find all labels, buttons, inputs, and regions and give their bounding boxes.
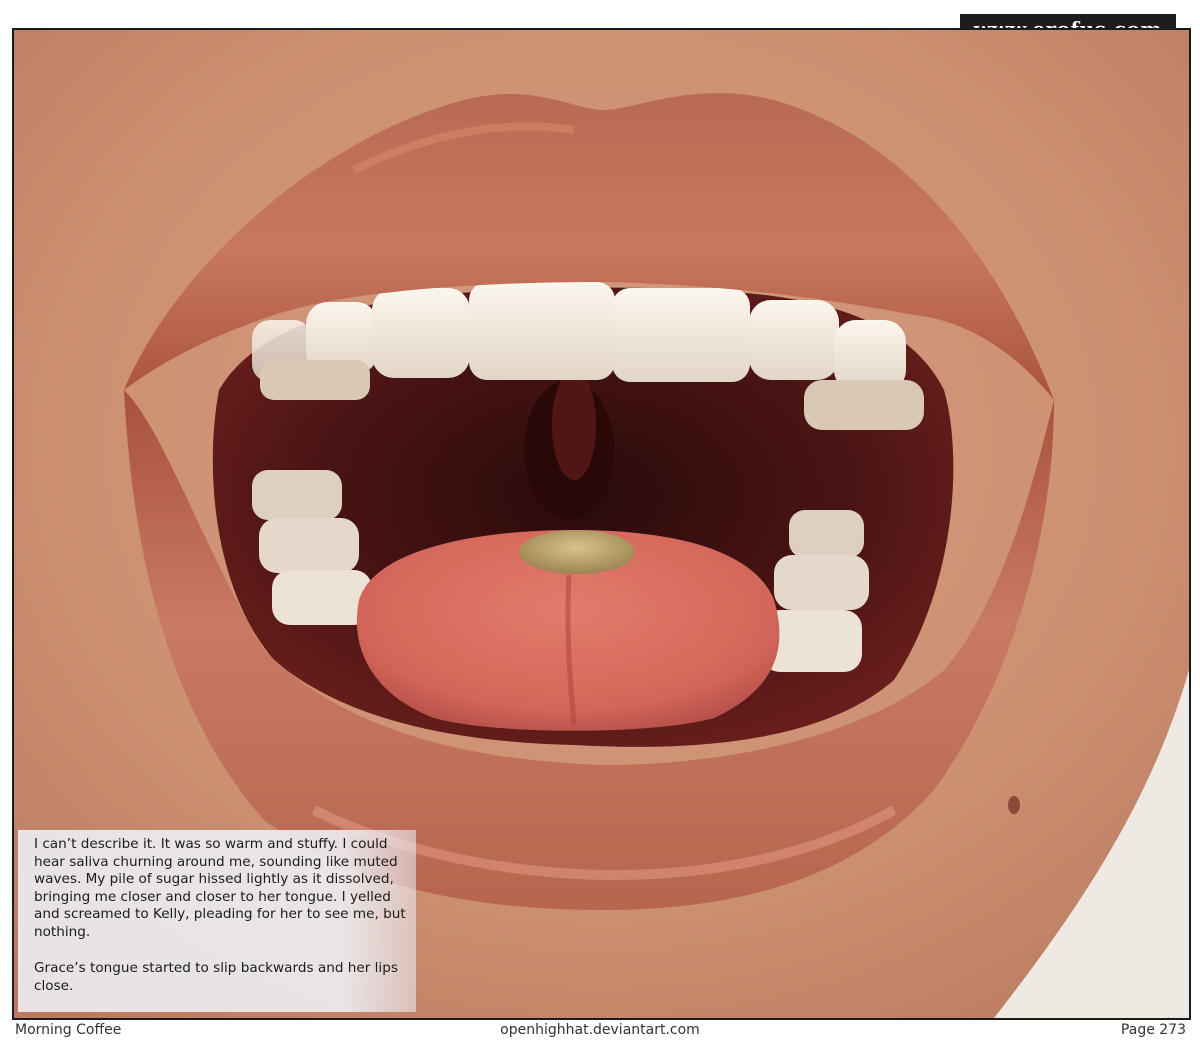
comic-page: www.erofus.com (0, 0, 1200, 1046)
page-number: Page 273 (1120, 1022, 1186, 1038)
caption-paragraph: I can’t describe it. It was so warm and … (34, 836, 406, 940)
artist-site: openhighhat.deviantart.com (500, 1022, 700, 1038)
caption-paragraph: Grace’s tongue started to slip backwards… (34, 960, 398, 994)
narration-caption-box: I can’t describe it. It was so warm and … (18, 830, 416, 1012)
comic-panel: I can’t describe it. It was so warm and … (12, 28, 1191, 1020)
